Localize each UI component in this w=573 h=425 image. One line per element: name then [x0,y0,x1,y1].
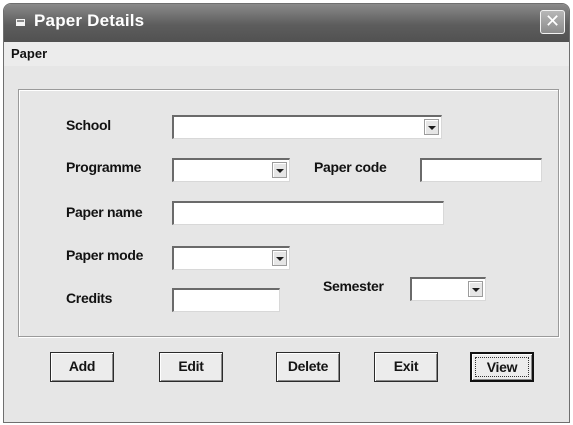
school-dropdown[interactable] [172,115,442,139]
window-title: Paper Details [34,11,145,30]
chevron-down-icon[interactable] [468,281,483,297]
title-bar[interactable]: Paper Details ✕ [4,4,569,42]
close-icon: ✕ [544,11,561,32]
credits-label: Credits [66,290,113,306]
close-button[interactable]: ✕ [540,10,565,34]
menu-bar: Paper [4,42,569,66]
add-button[interactable]: Add [50,352,114,382]
paper-mode-label: Paper mode [66,247,144,263]
paper-code-label: Paper code [314,159,387,175]
chevron-down-icon[interactable] [272,250,287,266]
chevron-down-icon[interactable] [272,162,287,178]
menu-item-paper[interactable]: Paper [11,46,47,61]
paper-name-field[interactable] [172,201,444,225]
view-button[interactable]: View [470,352,534,382]
paper-mode-dropdown[interactable] [172,246,290,270]
delete-button[interactable]: Delete [276,352,340,382]
focus-rectangle [475,357,529,377]
credits-field[interactable] [172,288,280,312]
paper-code-field[interactable] [420,158,542,182]
edit-button[interactable]: Edit [159,352,223,382]
semester-dropdown[interactable] [410,277,486,301]
school-label: School [66,117,111,133]
window-menu-icon[interactable] [16,19,25,26]
paper-details-window: Paper Details ✕ Paper School Programme P… [3,3,570,423]
programme-dropdown[interactable] [172,158,290,182]
chevron-down-icon[interactable] [424,119,439,135]
programme-label: Programme [66,159,142,175]
exit-button[interactable]: Exit [374,352,438,382]
paper-name-label: Paper name [66,204,143,220]
semester-label: Semester [323,278,384,294]
